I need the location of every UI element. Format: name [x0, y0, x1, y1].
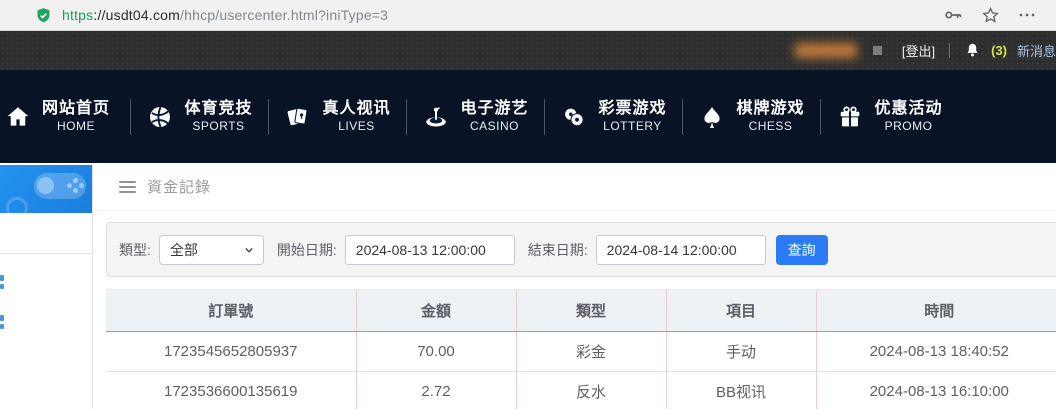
page-title-bar: 資金記錄	[93, 163, 1056, 211]
nav-label-en: HOME	[42, 119, 110, 134]
nav-label-zh: 电子游艺	[460, 99, 528, 119]
nav-item-promo[interactable]: 优惠活动 PROMO	[821, 87, 958, 147]
search-button[interactable]: 查詢	[776, 235, 828, 265]
home-icon	[4, 103, 32, 131]
nav-label-en: CASINO	[460, 119, 528, 134]
cell-type: 彩金	[516, 332, 666, 372]
topbar-divider	[949, 43, 950, 58]
cell-amount: 2.72	[356, 372, 516, 409]
sidebar-link-fragment[interactable]	[0, 275, 4, 281]
table-row: 1723545652805937 70.00 彩金 手动 2024-08-13 …	[106, 332, 1056, 372]
nav-label-en: CHESS	[736, 119, 804, 134]
table-row: 1723536600135619 2.72 反水 BB视讯 2024-08-13…	[106, 372, 1056, 409]
nav-label-en: SPORTS	[184, 119, 252, 134]
sidebar-link-fragment[interactable]	[0, 315, 4, 321]
gift-icon	[836, 103, 864, 131]
column-header-item: 項目	[666, 290, 816, 332]
type-select[interactable]: 全部	[159, 235, 264, 265]
cell-item: 手动	[666, 332, 816, 372]
nav-item-lives[interactable]: 真人视讯 LIVES	[269, 87, 406, 147]
cell-order-no: 1723536600135619	[106, 372, 356, 409]
more-dots-icon[interactable]	[1018, 6, 1036, 24]
nav-item-casino[interactable]: 电子游艺 CASINO	[407, 87, 544, 147]
sidebar	[0, 163, 92, 409]
message-link[interactable]: 新消息	[1017, 41, 1056, 60]
lottery-balls-icon	[560, 103, 588, 131]
sidebar-banner[interactable]	[0, 165, 92, 213]
sidebar-divider	[0, 253, 92, 254]
bell-notification-icon[interactable]	[964, 42, 981, 59]
nav-label-en: PROMO	[874, 119, 942, 134]
star-bookmark-icon[interactable]	[981, 6, 1000, 25]
type-filter-label: 類型:	[119, 240, 151, 260]
nav-label-en: LOTTERY	[598, 119, 666, 134]
column-header-type: 類型	[516, 290, 666, 332]
nav-label-zh: 棋牌游戏	[736, 99, 804, 119]
nav-item-lottery[interactable]: 彩票游戏 LOTTERY	[545, 87, 682, 147]
nav-label-en: LIVES	[322, 119, 390, 134]
start-date-input[interactable]	[345, 235, 515, 265]
url-path: /hhcp/usercenter.html?iniType=3	[180, 7, 388, 23]
playing-cards-icon	[284, 103, 312, 131]
url-host: ://usdt04.com	[93, 7, 180, 23]
logout-link[interactable]: [登出]	[902, 41, 935, 60]
hamburger-menu-icon[interactable]	[119, 181, 136, 193]
main-nav: 网站首页 HOME 体育竞技 SPORTS	[0, 70, 1056, 163]
nav-label-zh: 网站首页	[42, 99, 110, 119]
column-header-order: 訂單號	[106, 290, 356, 332]
nav-item-home[interactable]: 网站首页 HOME	[4, 87, 130, 147]
cell-time: 2024-08-13 18:40:52	[816, 332, 1056, 372]
screen: https://usdt04.com/hhcp/usercenter.html?…	[0, 0, 1056, 409]
nav-label-zh: 真人视讯	[322, 99, 390, 119]
table-header-row: 訂單號 金額 類型 項目 時間	[106, 290, 1056, 332]
cell-time: 2024-08-13 16:10:00	[816, 372, 1056, 409]
nav-item-sports[interactable]: 体育竞技 SPORTS	[131, 87, 268, 147]
chevron-down-icon	[243, 244, 255, 256]
nav-item-chess[interactable]: 棋牌游戏 CHESS	[683, 87, 820, 147]
cell-type: 反水	[516, 372, 666, 409]
user-level-badge	[873, 46, 882, 55]
browser-address-bar: https://usdt04.com/hhcp/usercenter.html?…	[0, 0, 1056, 31]
main-content: 資金記錄 類型: 全部 開始日期: 結束日期: 查詢	[92, 163, 1056, 409]
username-blurred	[795, 43, 857, 58]
start-date-label: 開始日期:	[277, 240, 337, 260]
url-scheme: https	[62, 7, 93, 23]
key-icon[interactable]	[943, 5, 963, 25]
sidebar-link-fragment[interactable]	[0, 324, 4, 329]
cell-order-no: 1723545652805937	[106, 332, 356, 372]
url-text[interactable]: https://usdt04.com/hhcp/usercenter.html?…	[62, 7, 388, 23]
message-count[interactable]: (3)	[991, 43, 1007, 58]
cell-amount: 70.00	[356, 332, 516, 372]
secure-shield-icon[interactable]	[35, 7, 52, 24]
column-header-time: 時間	[816, 290, 1056, 332]
roulette-icon	[422, 103, 450, 131]
spade-icon	[698, 103, 726, 131]
filter-panel: 類型: 全部 開始日期: 結束日期: 查詢	[106, 222, 1056, 277]
sports-ball-icon	[146, 103, 174, 131]
type-select-value: 全部	[170, 240, 198, 260]
account-topbar: [登出] (3) 新消息	[0, 31, 1056, 70]
nav-label-zh: 体育竞技	[184, 99, 252, 119]
end-date-label: 結束日期:	[528, 240, 588, 260]
funds-record-table: 訂單號 金額 類型 項目 時間 1723545652805937 70.00 彩…	[106, 289, 1056, 409]
sidebar-link-fragment[interactable]	[0, 284, 4, 289]
nav-label-zh: 彩票游戏	[598, 99, 666, 119]
end-date-input[interactable]	[596, 235, 766, 265]
column-header-amount: 金額	[356, 290, 516, 332]
page-title: 資金記錄	[147, 176, 211, 197]
cell-item: BB视讯	[666, 372, 816, 409]
nav-label-zh: 优惠活动	[874, 99, 942, 119]
